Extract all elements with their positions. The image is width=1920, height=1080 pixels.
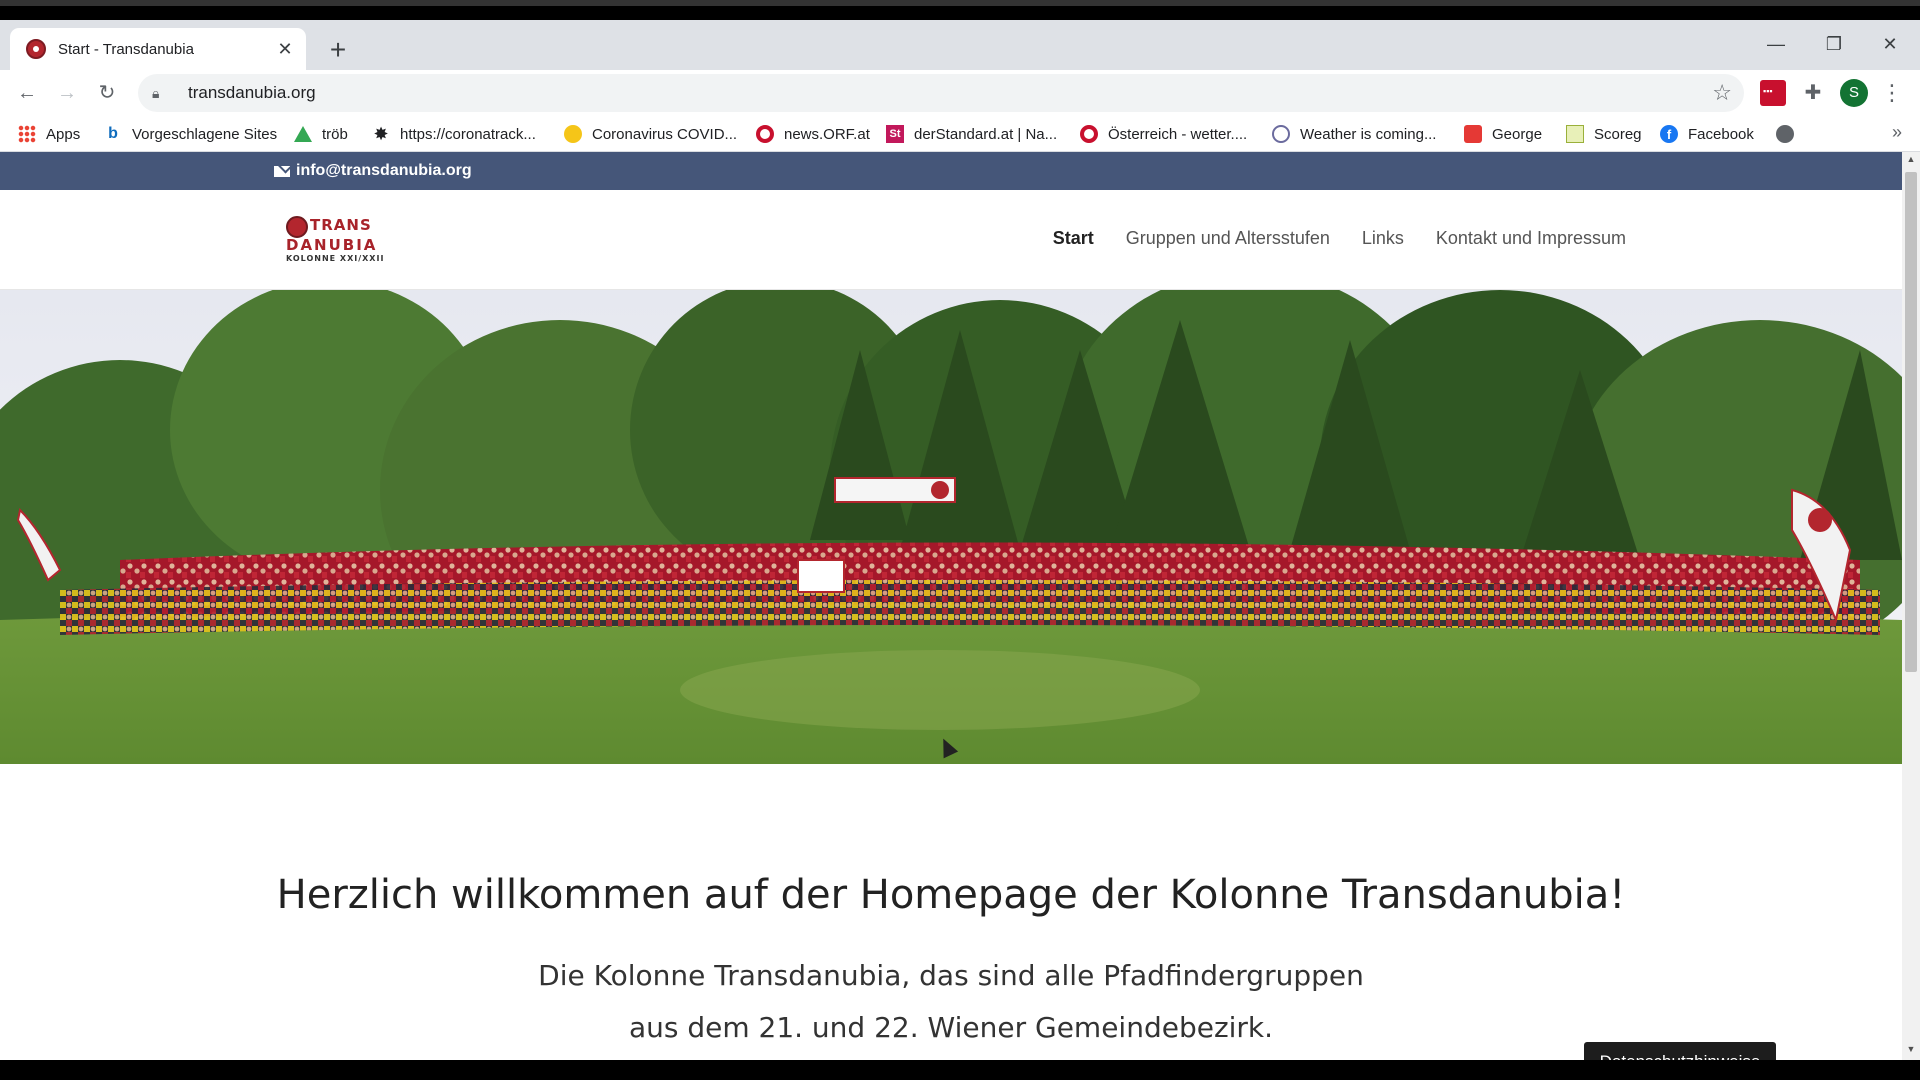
browser-menu-icon[interactable]: ⋮ — [1880, 79, 1904, 107]
envelope-icon — [274, 165, 290, 177]
page-scrollbar[interactable]: ▲ ▼ — [1902, 152, 1920, 1060]
gear-icon: ✸ — [373, 123, 389, 144]
reload-icon[interactable]: ↻ — [90, 76, 124, 110]
bing-icon: b — [108, 125, 118, 142]
site-logo[interactable]: TRANS DANUBIA KOLONNE XXI/XXII — [286, 216, 396, 264]
contact-topbar: info@transdanubia.org — [0, 152, 1902, 190]
drive-icon — [294, 126, 312, 142]
screen-bottom-edge — [0, 1060, 1920, 1080]
globe-icon — [1776, 125, 1794, 143]
scroll-up-icon[interactable]: ▲ — [1902, 154, 1920, 168]
welcome-heading: Herzlich willkommen auf der Homepage der… — [276, 872, 1626, 918]
bookmarks-overflow-icon[interactable]: » — [1892, 122, 1902, 143]
bookmark-coronatrack[interactable]: ✸ https://coronatrack... — [372, 122, 535, 146]
bookmark-facebook[interactable]: f Facebook — [1660, 122, 1754, 146]
hero-group-photo — [0, 290, 1902, 764]
scout-emblem-icon — [286, 216, 308, 238]
bookmark-vorgeschlagene-sites[interactable]: b Vorgeschlagene Sites — [104, 122, 277, 146]
tab-title: Start - Transdanubia — [58, 40, 194, 58]
new-tab-button[interactable]: + — [322, 34, 354, 66]
bookmarks-bar: Apps b Vorgeschlagene Sites tröb ✸ https:/… — [0, 116, 1920, 152]
bookmark-george[interactable]: George — [1464, 122, 1542, 146]
main-navigation: Start Gruppen und Altersstufen Links Kon… — [1021, 228, 1626, 252]
bookmark-derstandard[interactable]: St derStandard.at | Na... — [886, 122, 1057, 146]
window-close-icon[interactable]: ✕ — [1870, 30, 1910, 58]
bookmark-globe[interactable] — [1776, 122, 1804, 146]
tab-close-icon[interactable]: ✕ — [274, 38, 296, 60]
apps-grid-icon — [18, 125, 36, 143]
weather-icon — [1272, 125, 1290, 143]
screen-top-edge — [0, 0, 1920, 20]
scrollbar-thumb[interactable] — [1905, 172, 1917, 672]
email-link[interactable]: info@transdanubia.org — [296, 162, 472, 180]
george-icon — [1464, 125, 1482, 143]
privacy-notice-button[interactable]: Datenschutzhinweise — [1584, 1042, 1776, 1060]
transdanubia-favicon-icon — [26, 39, 46, 59]
bookmark-apps[interactable]: Apps — [18, 122, 80, 146]
bookmark-weather-is-coming[interactable]: Weather is coming... — [1272, 122, 1436, 146]
nav-start[interactable]: Start — [1053, 228, 1094, 252]
address-url[interactable]: transdanubia.org — [188, 83, 316, 103]
bookmark-coronavirus-covid[interactable]: Coronavirus COVID... — [564, 122, 737, 146]
site-header: TRANS DANUBIA KOLONNE XXI/XXII Start Gru… — [0, 190, 1902, 290]
address-bar[interactable]: 🔒︎ transdanubia.org ☆ — [138, 74, 1744, 112]
intro-text: Die Kolonne Transdanubia, das sind alle … — [0, 950, 1902, 1054]
page-viewport: info@transdanubia.org TRANS DANUBIA KOLO… — [0, 152, 1920, 1060]
scroll-down-icon[interactable]: ▼ — [1902, 1044, 1920, 1058]
nav-links[interactable]: Links — [1362, 228, 1404, 252]
back-arrow-icon[interactable]: ← — [10, 76, 44, 110]
nav-kontakt-und-impressum[interactable]: Kontakt und Impressum — [1436, 228, 1626, 252]
minimize-icon[interactable]: — — [1756, 30, 1796, 58]
intro-line-2: aus dem 21. und 22. Wiener Gemeindebezir… — [628, 1011, 1274, 1044]
tab-start-transdanubia[interactable]: Start - Transdanubia ✕ — [10, 28, 306, 70]
browser-window: Start - Transdanubia ✕ + — ❐ ✕ ← → ↻ 🔒︎ … — [0, 20, 1920, 1060]
derstandard-icon: St — [886, 125, 904, 143]
covid-icon — [564, 125, 582, 143]
orf-icon — [756, 125, 774, 143]
scoreg-icon — [1566, 125, 1584, 143]
lock-icon[interactable]: 🔒︎ — [152, 85, 172, 102]
extension-red-icon[interactable] — [1760, 80, 1786, 106]
intro-line-1: Die Kolonne Transdanubia, das sind alle … — [538, 959, 1364, 992]
browser-toolbar: ← → ↻ 🔒︎ transdanubia.org ☆ ✚ S ⋮ — [0, 70, 1920, 116]
forward-arrow-icon[interactable]: → — [50, 76, 84, 110]
bookmark-star-icon[interactable]: ☆ — [1712, 80, 1732, 106]
bookmark-oesterreich-wetter[interactable]: Österreich - wetter.... — [1080, 122, 1247, 146]
tab-strip: Start - Transdanubia ✕ + — ❐ ✕ — [0, 20, 1920, 70]
facebook-icon: f — [1660, 125, 1678, 143]
orf-icon — [1080, 125, 1098, 143]
website-page: info@transdanubia.org TRANS DANUBIA KOLO… — [0, 152, 1902, 1060]
group-photo-illustration — [0, 290, 1902, 764]
maximize-icon[interactable]: ❐ — [1814, 30, 1854, 58]
bookmark-news-orf[interactable]: news.ORF.at — [756, 122, 870, 146]
bookmark-troeb[interactable]: tröb — [294, 122, 348, 146]
extensions-puzzle-icon[interactable]: ✚ — [1800, 80, 1826, 106]
bookmark-scoreg[interactable]: Scoreg — [1566, 122, 1642, 146]
profile-avatar[interactable]: S — [1840, 79, 1868, 107]
nav-gruppen-und-altersstufen[interactable]: Gruppen und Altersstufen — [1126, 228, 1330, 252]
